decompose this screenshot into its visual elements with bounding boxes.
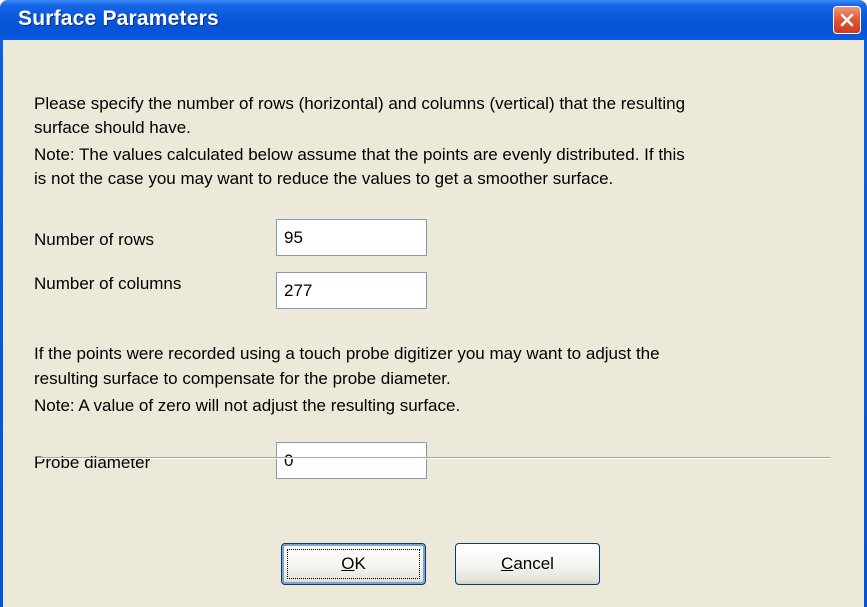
intro-text-line-1: Please specify the number of rows (horiz… — [34, 94, 686, 113]
columns-label: Number of columns — [34, 274, 182, 293]
intro-text-line-2: surface should have. — [34, 118, 191, 137]
close-icon — [840, 13, 854, 27]
rows-label: Number of rows — [34, 230, 154, 249]
cancel-button[interactable]: Cancel — [455, 543, 600, 585]
probe-diameter-label: Probe diameter — [34, 453, 151, 472]
probe-note: Note: A value of zero will not adjust th… — [34, 396, 461, 415]
dialog-body: Please specify the number of rows (horiz… — [3, 40, 864, 607]
probe-info-line-2: resulting surface to compensate for the … — [34, 369, 451, 388]
intro-note-line-2: is not the case you may want to reduce t… — [34, 169, 614, 188]
probe-diameter-input[interactable] — [276, 442, 427, 479]
rows-input[interactable] — [276, 219, 427, 256]
dialog-window: Surface Parameters Please specify the nu… — [0, 0, 867, 607]
ok-button-label: OK — [341, 554, 366, 573]
ok-button[interactable]: OK — [281, 543, 426, 585]
title-bar[interactable]: Surface Parameters — [0, 0, 867, 40]
dialog-title: Surface Parameters — [18, 7, 219, 30]
probe-info-line-1: If the points were recorded using a touc… — [34, 344, 660, 363]
columns-input[interactable] — [276, 272, 427, 309]
separator — [37, 457, 831, 459]
intro-note-line-1: Note: The values calculated below assume… — [34, 145, 685, 164]
cancel-button-label: Cancel — [501, 554, 554, 573]
close-button[interactable] — [833, 6, 861, 34]
